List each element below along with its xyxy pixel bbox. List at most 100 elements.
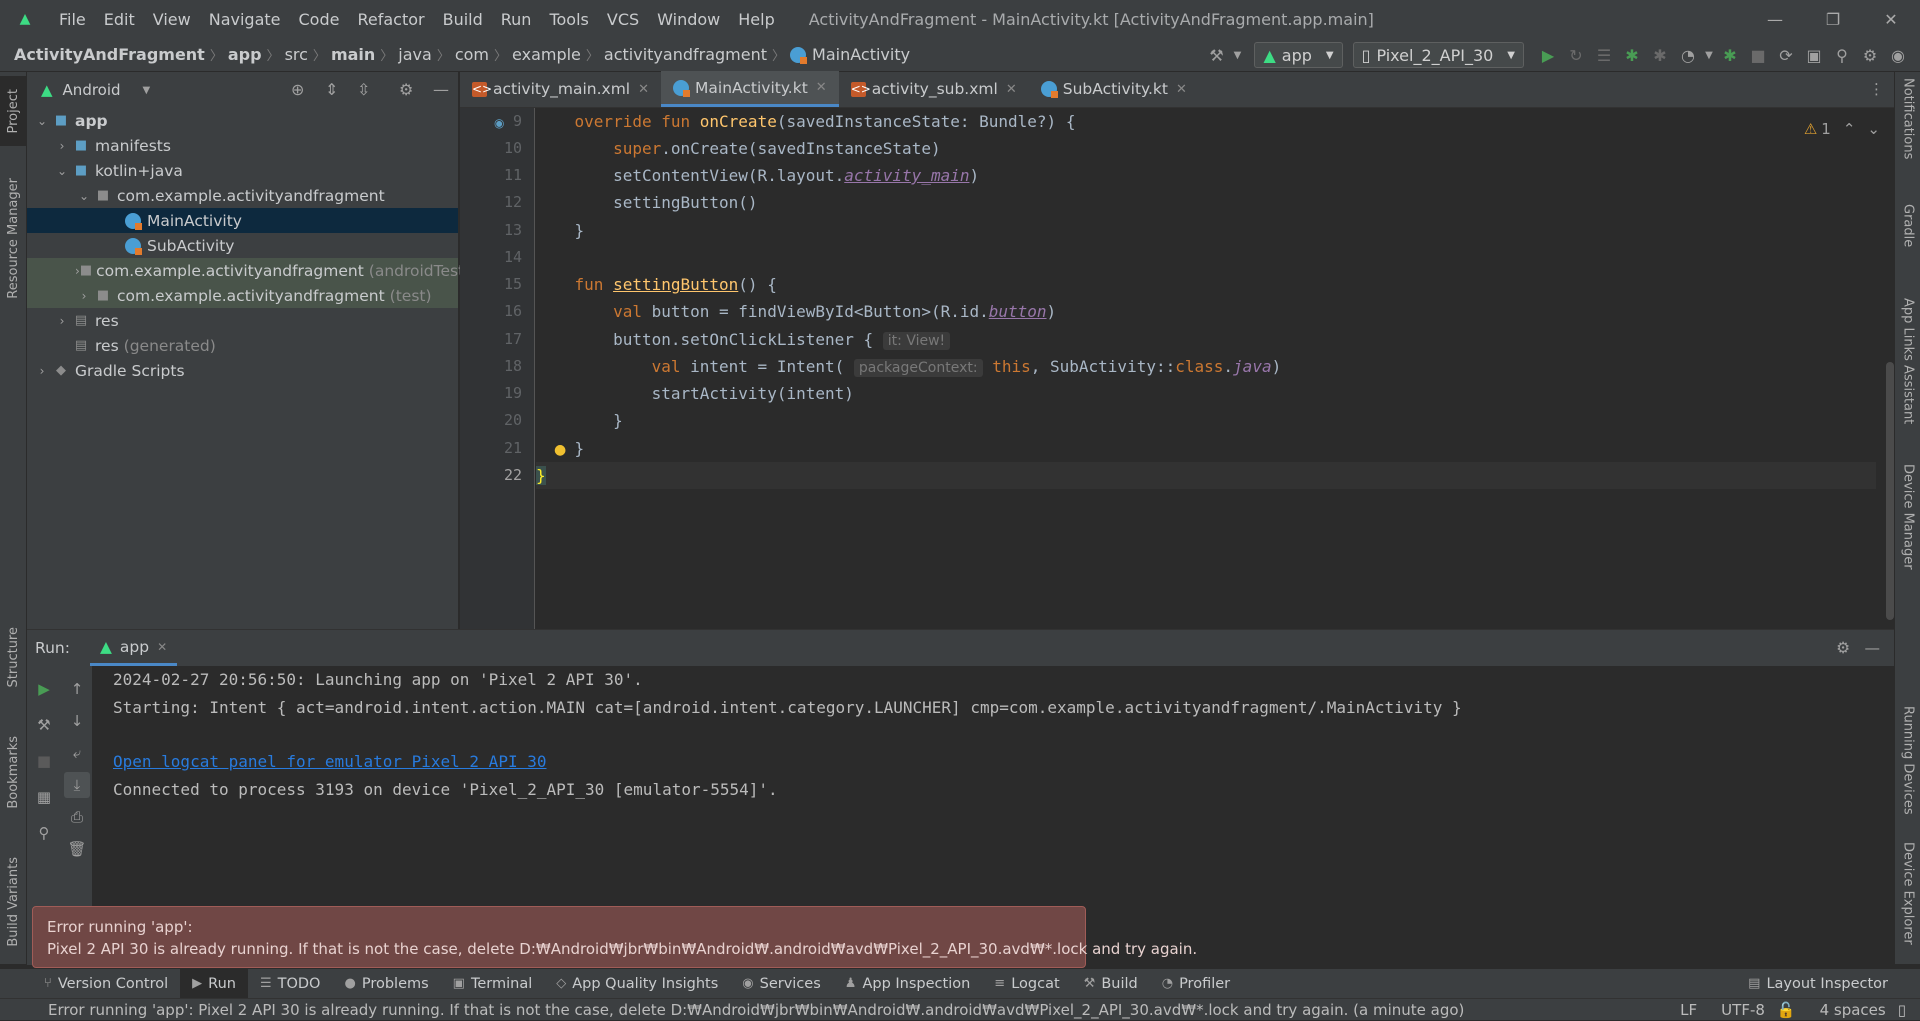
- error-notification[interactable]: Error running 'app': Pixel 2 API 30 is a…: [32, 906, 1197, 968]
- print-icon[interactable]: ⎙: [64, 804, 90, 830]
- chevron-down-icon[interactable]: ▼: [1231, 42, 1243, 68]
- chevron-right-icon[interactable]: ›: [53, 314, 71, 328]
- tool-tab-problems[interactable]: ● Problems: [332, 969, 440, 999]
- tree-item-res-generated[interactable]: ▤ res (generated): [27, 333, 458, 358]
- override-marker-icon[interactable]: ◉: [494, 116, 504, 130]
- tool-tab-todo[interactable]: ☰ TODO: [248, 969, 333, 999]
- run-config-select[interactable]: ▲ app ▼: [1254, 42, 1343, 68]
- apply-code-changes-icon[interactable]: ☰: [1591, 42, 1617, 68]
- tool-tab-running-devices[interactable]: Running Devices: [1895, 706, 1920, 826]
- menu-edit[interactable]: Edit: [95, 10, 144, 29]
- device-manager-icon[interactable]: ▣: [1801, 42, 1827, 68]
- attach-process-icon[interactable]: ✱: [1717, 42, 1743, 68]
- pin-icon[interactable]: ⚲: [31, 820, 57, 846]
- tree-item-res[interactable]: › ▤ res: [27, 308, 458, 333]
- tree-item-package-main[interactable]: ⌄ ■ com.example.activityandfragment: [27, 183, 458, 208]
- arrow-up-icon[interactable]: ↑: [64, 676, 90, 702]
- tool-tab-device-manager[interactable]: Device Manager: [1895, 464, 1920, 584]
- tool-tab-app-quality[interactable]: ◇ App Quality Insights: [544, 969, 730, 999]
- menu-tools[interactable]: Tools: [540, 10, 597, 29]
- chevron-down-icon[interactable]: ▼: [143, 85, 151, 96]
- tool-tab-build[interactable]: ⚒ Build: [1072, 969, 1150, 999]
- tool-tab-logcat[interactable]: ≡ Logcat: [982, 969, 1071, 999]
- lock-icon[interactable]: 🔓: [1777, 1001, 1796, 1019]
- tool-tab-layout-inspector[interactable]: ▤ Layout Inspector: [1736, 969, 1900, 999]
- locate-icon[interactable]: ⊕: [291, 80, 304, 99]
- tool-tab-profiler[interactable]: ◔ Profiler: [1150, 969, 1242, 999]
- tool-tab-bookmarks[interactable]: Bookmarks: [0, 722, 27, 822]
- breadcrumb-app[interactable]: app: [228, 45, 262, 64]
- arrow-down-icon[interactable]: ↓: [64, 708, 90, 734]
- breadcrumb-mainactivity[interactable]: MainActivity: [812, 45, 910, 64]
- close-icon[interactable]: ✕: [638, 82, 649, 97]
- scroll-to-end-icon[interactable]: ⤓: [64, 772, 90, 798]
- menu-file[interactable]: File: [50, 10, 95, 29]
- menu-build[interactable]: Build: [434, 10, 492, 29]
- breadcrumb-example[interactable]: example: [512, 45, 581, 64]
- rerun-icon[interactable]: ▶: [31, 676, 57, 702]
- editor-scrollbar[interactable]: [1886, 362, 1894, 620]
- tree-item-gradle-scripts[interactable]: › ◆ Gradle Scripts: [27, 358, 458, 383]
- menu-run[interactable]: Run: [492, 10, 541, 29]
- editor-inspections[interactable]: ⚠ 1 ⌃ ⌄: [1804, 120, 1880, 138]
- debug-icon[interactable]: ✱: [1619, 42, 1645, 68]
- chevron-right-icon[interactable]: ›: [33, 364, 51, 378]
- tree-item-kotlin-java[interactable]: ⌄ ■ kotlin+java: [27, 158, 458, 183]
- tab-mainactivity-kt[interactable]: MainActivity.kt ✕: [661, 71, 839, 107]
- gear-icon[interactable]: ⚙: [1857, 42, 1883, 68]
- tool-tab-version-control[interactable]: ⑂ Version Control: [32, 969, 180, 999]
- status-message[interactable]: Error running 'app': Pixel 2 API 30 is a…: [48, 1001, 1464, 1019]
- breadcrumb-project[interactable]: ActivityAndFragment: [14, 45, 205, 64]
- tab-subactivity-kt[interactable]: SubActivity.kt ✕: [1029, 71, 1199, 107]
- hide-icon[interactable]: —: [433, 80, 449, 99]
- expand-all-icon[interactable]: ⇕: [325, 80, 338, 99]
- trash-icon[interactable]: 🗑: [64, 836, 90, 862]
- gear-icon[interactable]: ⚙: [1836, 639, 1850, 657]
- chevron-down-icon[interactable]: ▼: [1703, 42, 1715, 68]
- chevron-down-icon[interactable]: ⌄: [75, 189, 93, 203]
- tab-activity-sub-xml[interactable]: <> activity_sub.xml ✕: [839, 71, 1029, 107]
- menu-vcs[interactable]: VCS: [598, 10, 648, 29]
- breadcrumb-main[interactable]: main: [331, 45, 375, 64]
- collapse-all-icon[interactable]: ⇳: [357, 80, 370, 99]
- line-separator-widget[interactable]: LF: [1680, 1001, 1697, 1019]
- tool-tab-services[interactable]: ◉ Services: [730, 969, 833, 999]
- menu-window[interactable]: Window: [648, 10, 729, 29]
- breadcrumb-com[interactable]: com: [455, 45, 489, 64]
- wrench-icon[interactable]: ⚒: [31, 712, 57, 738]
- account-icon[interactable]: ◉: [1885, 42, 1911, 68]
- menu-help[interactable]: Help: [729, 10, 783, 29]
- sync-gradle-icon[interactable]: ⟳: [1773, 42, 1799, 68]
- profile-icon[interactable]: ◔: [1675, 42, 1701, 68]
- close-icon[interactable]: ✕: [816, 80, 827, 95]
- chevron-right-icon[interactable]: ›: [53, 139, 71, 153]
- build-hammer-icon[interactable]: ⚒: [1203, 42, 1229, 68]
- tree-item-app[interactable]: ⌄ ■ app: [27, 108, 458, 133]
- tool-tab-terminal[interactable]: ▣ Terminal: [441, 969, 545, 999]
- apply-changes-icon[interactable]: ↻: [1563, 42, 1589, 68]
- hide-icon[interactable]: —: [1865, 639, 1881, 657]
- attach-debugger-icon[interactable]: ✱: [1647, 42, 1673, 68]
- chevron-down-icon[interactable]: ⌄: [1867, 120, 1880, 138]
- chevron-right-icon[interactable]: ›: [75, 289, 93, 303]
- stop-icon[interactable]: ■: [31, 748, 57, 774]
- close-icon[interactable]: ✕: [1006, 82, 1017, 97]
- tree-item-manifests[interactable]: › ■ manifests: [27, 133, 458, 158]
- indent-widget[interactable]: 4 spaces: [1820, 1001, 1886, 1019]
- tree-item-package-androidtest[interactable]: › ■ com.example.activityandfragment (androi…: [27, 258, 470, 283]
- breadcrumb-java[interactable]: java: [398, 45, 432, 64]
- breadcrumb-src[interactable]: src: [285, 45, 308, 64]
- tree-item-package-test[interactable]: › ■ com.example.activityandfragment (test): [27, 283, 458, 308]
- soft-wrap-icon[interactable]: ⤶: [64, 740, 90, 766]
- restore-icon[interactable]: ❐: [1804, 0, 1862, 38]
- close-icon[interactable]: ✕: [1862, 0, 1920, 38]
- breadcrumb-activityandfragment[interactable]: activityandfragment: [604, 45, 767, 64]
- tree-item-mainactivity[interactable]: MainActivity: [27, 208, 458, 233]
- tool-tab-structure[interactable]: Structure: [0, 612, 27, 702]
- stop-icon[interactable]: ■: [1745, 42, 1771, 68]
- run-play-icon[interactable]: ▶: [1535, 42, 1561, 68]
- tool-tab-app-links[interactable]: App Links Assistant: [1895, 298, 1920, 438]
- chevron-down-icon[interactable]: ⌄: [33, 114, 51, 128]
- encoding-widget[interactable]: UTF-8: [1721, 1001, 1765, 1019]
- tool-tab-app-inspection[interactable]: ♟ App Inspection: [833, 969, 983, 999]
